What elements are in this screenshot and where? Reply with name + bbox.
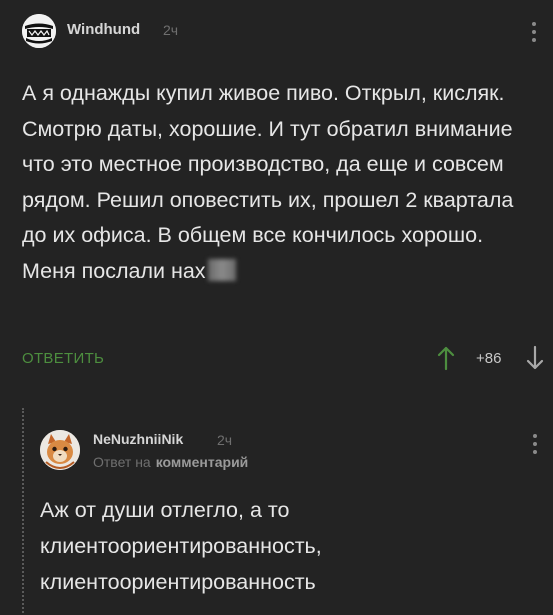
reply-text: Аж от души отлегло, а то клиентоориентир…	[40, 498, 322, 594]
reply-comment: NeNuzhniiNik 2ч Ответ на комментарий Аж о…	[0, 396, 553, 615]
reply-header: NeNuzhniiNik 2ч Ответ на комментарий	[40, 428, 540, 472]
comment-text: А я однажды купил живое пиво. Открыл, ки…	[22, 76, 527, 289]
comment-text-content: А я однажды купил живое пиво. Открыл, ки…	[22, 81, 514, 283]
reply-to-prefix: Ответ на	[93, 454, 151, 470]
more-vertical-icon[interactable]	[532, 434, 538, 458]
blurred-word	[207, 258, 236, 281]
more-vertical-icon[interactable]	[531, 22, 537, 46]
username[interactable]: Windhund	[67, 21, 140, 38]
arrow-up-icon[interactable]	[436, 345, 456, 371]
avatar[interactable]	[40, 430, 80, 470]
avatar[interactable]	[22, 14, 56, 48]
thread-line[interactable]	[22, 408, 24, 613]
reply-to-info: Ответ на комментарий	[93, 454, 248, 470]
username[interactable]: NeNuzhniiNik	[93, 431, 183, 447]
reply-to-link[interactable]: комментарий	[156, 454, 249, 470]
timestamp: 2ч	[163, 22, 179, 38]
reply-button[interactable]: ОТВЕТИТЬ	[22, 350, 104, 367]
avatar-image	[40, 430, 80, 470]
arrow-down-icon[interactable]	[525, 345, 545, 371]
avatar-image	[22, 14, 56, 48]
rating: +86	[476, 350, 502, 367]
timestamp: 2ч	[217, 432, 233, 448]
comment-header: Windhund 2ч	[22, 12, 537, 48]
